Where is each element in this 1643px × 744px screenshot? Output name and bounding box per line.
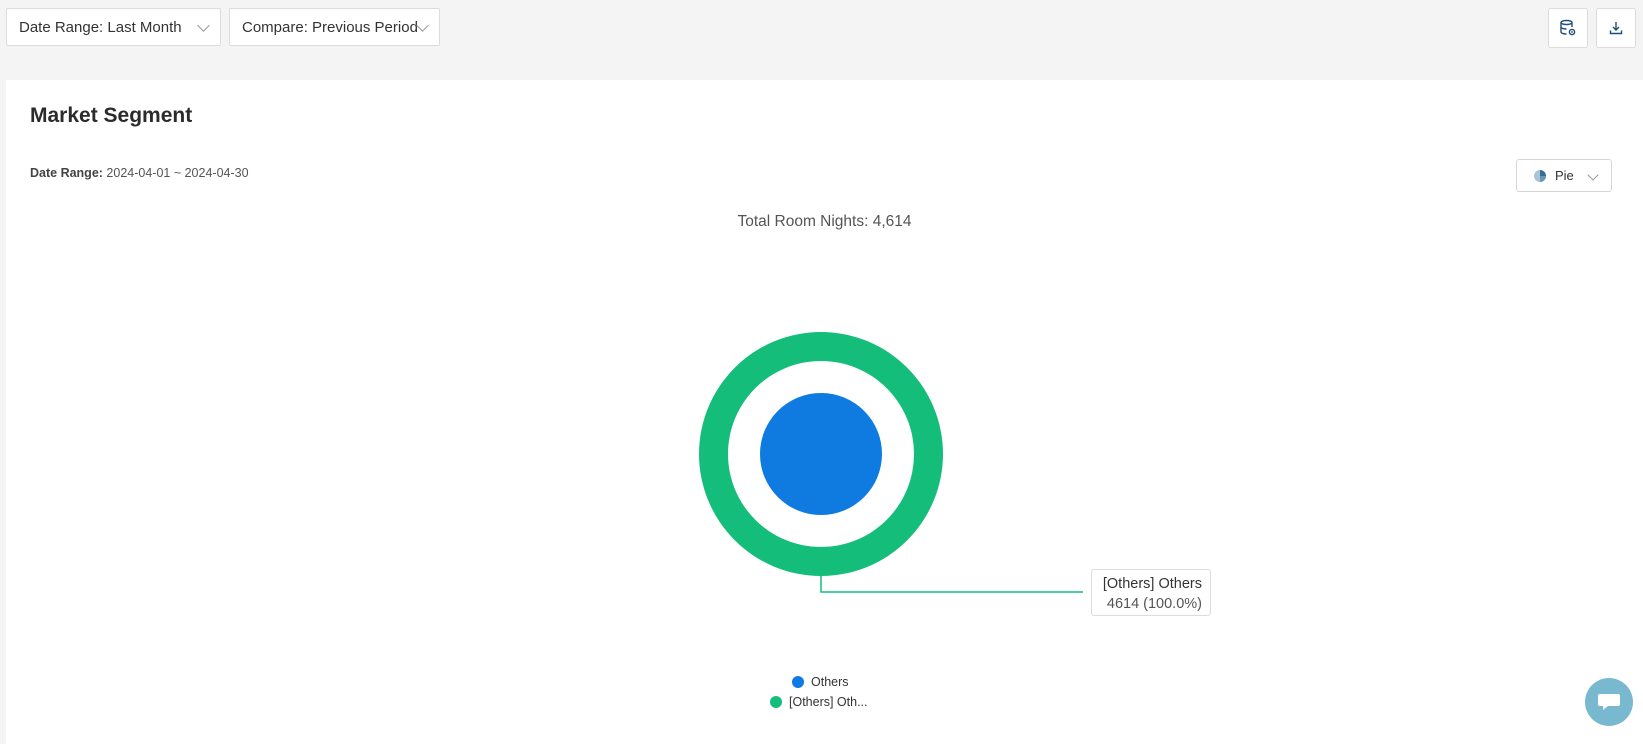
legend-label: Others xyxy=(811,675,849,689)
compare-select-label: Compare: Previous Period xyxy=(242,18,418,36)
tooltip-value: 4614 (100.0%) xyxy=(1106,596,1202,612)
date-range-select[interactable]: Date Range: Last Month xyxy=(6,8,221,46)
pie-chart: Total Room Nights: 4,614 [Others] Others… xyxy=(6,80,1643,744)
date-range-select-label: Date Range: Last Month xyxy=(19,18,182,36)
download-icon xyxy=(1609,22,1623,35)
legend-item-others-others[interactable]: [Others] Oth... xyxy=(770,695,868,709)
chat-button[interactable] xyxy=(1585,678,1633,726)
data-settings-button[interactable] xyxy=(1548,8,1588,48)
chevron-down-icon xyxy=(416,19,429,32)
chat-bubble-icon xyxy=(1598,694,1620,710)
chart-tooltip: [Others] Others 4614 (100.0%) xyxy=(1091,569,1211,616)
label-leader-line xyxy=(820,576,1083,593)
database-settings-icon xyxy=(1560,19,1576,36)
tooltip-label: [Others] Others xyxy=(1102,576,1202,592)
toolbar: Date Range: Last Month Compare: Previous… xyxy=(0,0,1643,80)
legend-swatch xyxy=(770,696,782,708)
pie-chart-svg xyxy=(699,332,1083,593)
pie-slice-inner[interactable] xyxy=(760,393,882,515)
legend-swatch xyxy=(792,676,804,688)
market-segment-card: Market Segment Date Range: 2024-04-01 ~ … xyxy=(6,80,1643,744)
legend-item-others[interactable]: Others xyxy=(792,675,849,689)
compare-select[interactable]: Compare: Previous Period xyxy=(229,8,440,46)
chevron-down-icon xyxy=(197,19,210,32)
download-button[interactable] xyxy=(1596,8,1636,48)
legend-label: [Others] Oth... xyxy=(789,695,868,709)
